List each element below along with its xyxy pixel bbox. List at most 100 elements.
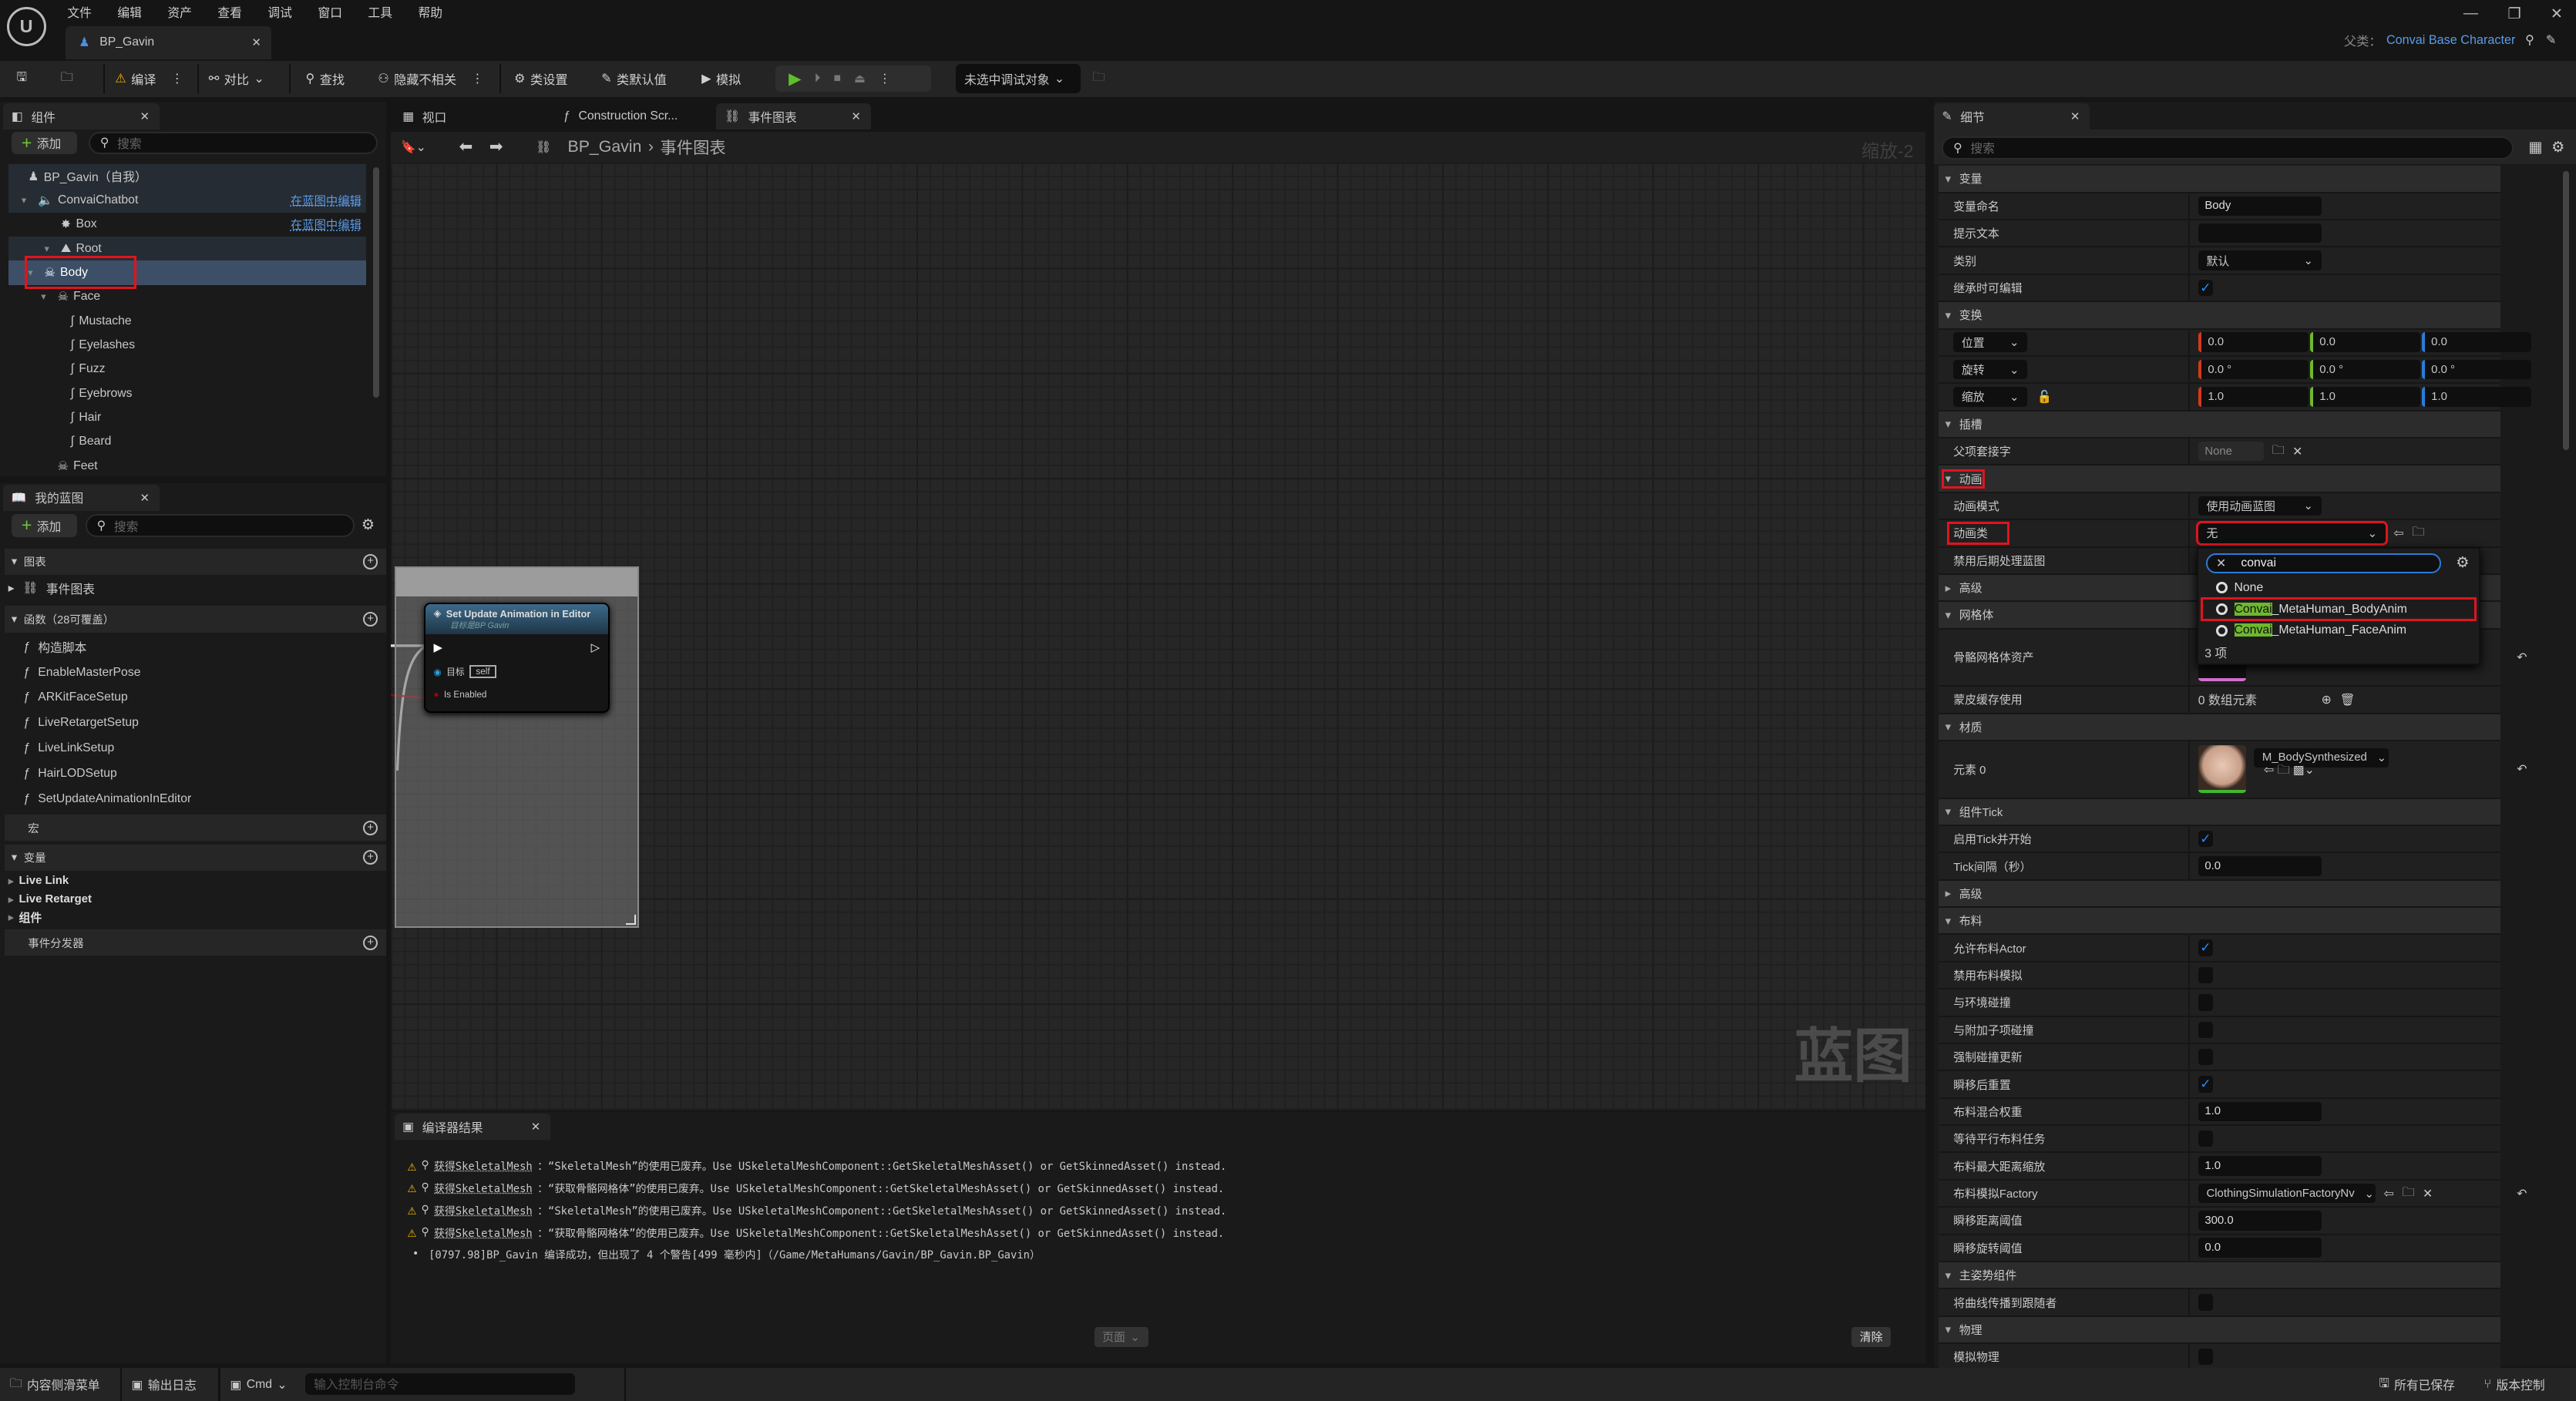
z-input[interactable]: 1.0 — [2421, 387, 2532, 407]
gear-icon[interactable]: ⚙ — [362, 516, 375, 534]
trash-icon[interactable]: 🗑 — [2340, 692, 2356, 707]
debug-object-select[interactable]: 未选中调试对象 ⌄ — [956, 64, 1081, 94]
close-tab-icon[interactable]: ✕ — [140, 491, 150, 505]
column-divider[interactable] — [2188, 520, 2191, 546]
column-divider[interactable] — [2188, 384, 2191, 410]
column-divider[interactable] — [2188, 1344, 2191, 1370]
tab-construction-script[interactable]: ƒ Construction Scr... — [555, 103, 709, 129]
add-component-button[interactable]: + 添加 — [11, 131, 78, 155]
y-input[interactable]: 0.0 — [2309, 332, 2420, 352]
comment-header[interactable] — [395, 568, 638, 596]
log-node-link[interactable]: 获得SkeletalMesh — [434, 1157, 533, 1173]
log-node-link[interactable]: 获得SkeletalMesh — [434, 1225, 533, 1240]
variable-category[interactable]: ▸ 组件 — [8, 909, 42, 926]
tree-item-hair[interactable]: ∫ Hair — [8, 405, 367, 429]
console-command-input[interactable]: 输入控制台命令 — [305, 1372, 575, 1395]
source-control-button[interactable]: ⑂ 版本控制 — [2484, 1375, 2545, 1395]
column-divider[interactable] — [2188, 547, 2191, 573]
function-item[interactable]: ƒ HairLODSetup — [23, 762, 117, 785]
property-matrix-icon[interactable]: ▦ — [2528, 138, 2542, 156]
scrollbar[interactable] — [2562, 170, 2570, 450]
category-combo[interactable]: 默认 ⌄ — [2198, 250, 2322, 270]
column-divider[interactable] — [2188, 1235, 2191, 1261]
column-divider[interactable] — [2188, 1016, 2191, 1043]
exec-in-pin-icon[interactable]: ▶ — [434, 640, 442, 654]
log-node-link[interactable]: 获得SkeletalMesh — [434, 1180, 533, 1195]
menu-5[interactable]: 窗口 — [318, 3, 342, 21]
close-window-icon[interactable]: ✕ — [2551, 5, 2563, 23]
section-header[interactable]: ▾ 主姿势组件 — [1939, 1262, 2500, 1290]
y-input[interactable]: 1.0 — [2309, 387, 2420, 407]
search-icon[interactable]: ⚲ — [422, 1159, 429, 1171]
picker-search-input[interactable]: ✕ convai — [2206, 553, 2442, 573]
function-item[interactable]: ƒ ARKitFaceSetup — [23, 686, 128, 709]
section-header[interactable]: ▾ 材质 — [1939, 714, 2500, 741]
anim-class-dropdown[interactable]: 无 ⌄ — [2195, 521, 2388, 546]
menu-2[interactable]: 资产 — [167, 3, 192, 21]
column-divider[interactable] — [2188, 1153, 2191, 1179]
tree-item-body[interactable]: ▾ ☠ Body — [8, 256, 367, 289]
parent-class-link[interactable]: Convai Base Character — [2386, 33, 2515, 48]
text-input[interactable]: 1.0 — [2198, 1156, 2322, 1176]
z-input[interactable]: 0.0 ° — [2421, 359, 2532, 380]
event-graph-canvas[interactable]: ◈ Set Update Animation in Editor 目标是BP Ga… — [391, 163, 1925, 1110]
list-item-event-graph[interactable]: ▸ ⛓ 事件图表 — [8, 576, 95, 600]
column-divider[interactable] — [2188, 274, 2191, 301]
picker-item[interactable]: Convai_MetaHuman_BodyAnim — [2201, 596, 2477, 622]
text-input[interactable]: 0.0 — [2198, 856, 2322, 876]
menu-6[interactable]: 工具 — [368, 3, 392, 21]
restore-icon[interactable]: ❐ — [2507, 5, 2521, 23]
unreal-logo-icon[interactable]: U — [6, 6, 46, 46]
content-drawer-button[interactable]: 🗀 内容侧滑菜单 — [10, 1375, 100, 1395]
forward-arrow-icon[interactable]: ➡ — [489, 137, 503, 156]
checkbox-checked[interactable]: ✓ — [2198, 830, 2213, 848]
add-circle-icon[interactable]: + — [363, 820, 378, 835]
search-icon[interactable]: ⚲ — [422, 1226, 429, 1238]
scrollbar[interactable] — [372, 167, 380, 398]
text-input[interactable]: Body — [2198, 196, 2322, 217]
breadcrumb-root[interactable]: BP_Gavin — [568, 137, 642, 156]
section-header[interactable]: ▾ 变量 — [1939, 166, 2500, 193]
section-header[interactable]: ▸ 高级 — [1939, 880, 2500, 909]
edit-in-blueprint-link[interactable]: 在蓝图中编辑 — [291, 216, 362, 233]
search-icon[interactable]: ⚲ — [2525, 32, 2534, 48]
eject-icon[interactable]: ⏏ — [854, 71, 866, 86]
use-selected-icon[interactable]: ⇦ — [2393, 526, 2403, 541]
section-event-dispatchers[interactable]: 事件分发器 + — [5, 929, 386, 956]
lock-icon[interactable]: 🔓 — [2037, 389, 2053, 405]
add-circle-icon[interactable]: + — [363, 611, 378, 627]
menu-1[interactable]: 编辑 — [117, 3, 142, 21]
edit-icon[interactable]: ✎ — [2546, 32, 2557, 48]
section-header[interactable]: ▾ 插槽 — [1939, 411, 2500, 438]
menu-3[interactable]: 查看 — [217, 3, 242, 21]
variable-category[interactable]: ▸ Live Link — [8, 872, 69, 890]
step-icon[interactable]: ⏵ — [815, 72, 821, 86]
debug-browse-icon[interactable]: 🗀 — [1092, 67, 1105, 90]
close-tab-icon[interactable]: ✕ — [531, 1120, 541, 1134]
hide-unrelated-button[interactable]: ⚇ 隐藏不相关 ⋮ — [378, 67, 483, 90]
menu-0[interactable]: 文件 — [67, 3, 92, 21]
minimize-icon[interactable]: — — [2463, 5, 2478, 22]
dropdown[interactable]: 使用动画蓝图 ⌄ — [2198, 496, 2322, 516]
menu-4[interactable]: 调试 — [267, 3, 292, 21]
tab-my-blueprint[interactable]: 📖 我的蓝图 ✕ — [3, 484, 160, 511]
clear-icon[interactable]: ✕ — [2292, 444, 2302, 459]
text-input[interactable] — [2198, 223, 2322, 244]
column-divider[interactable] — [2188, 193, 2191, 219]
column-divider[interactable] — [2188, 1126, 2191, 1152]
play-icon[interactable]: ▶ — [789, 69, 801, 89]
column-divider[interactable] — [2188, 825, 2191, 852]
add-circle-icon[interactable]: + — [363, 849, 378, 865]
transform-mode-select[interactable]: 位置 ⌄ — [1953, 332, 2028, 352]
function-item[interactable]: ƒ 构造脚本 — [23, 636, 87, 659]
section-header[interactable]: ▾ 布料 — [1939, 908, 2500, 936]
add-circle-icon[interactable]: ⊕ — [2322, 692, 2332, 707]
tab-event-graph[interactable]: ⛓ 事件图表 ✕ — [716, 103, 871, 130]
more-options-icon[interactable]: ⋮ — [879, 71, 891, 86]
section-header[interactable]: ▾ 动画 — [1939, 465, 2500, 493]
browse-icon[interactable]: 🗀 — [2403, 1183, 2415, 1204]
tree-item-face[interactable]: ▾ ☠ Face — [8, 285, 367, 309]
details-search-input[interactable]: ⚲ 搜索 — [1942, 136, 2514, 160]
add-member-button[interactable]: + 添加 — [11, 514, 78, 537]
tree-item-eyebrows[interactable]: ∫ Eyebrows — [8, 381, 367, 405]
